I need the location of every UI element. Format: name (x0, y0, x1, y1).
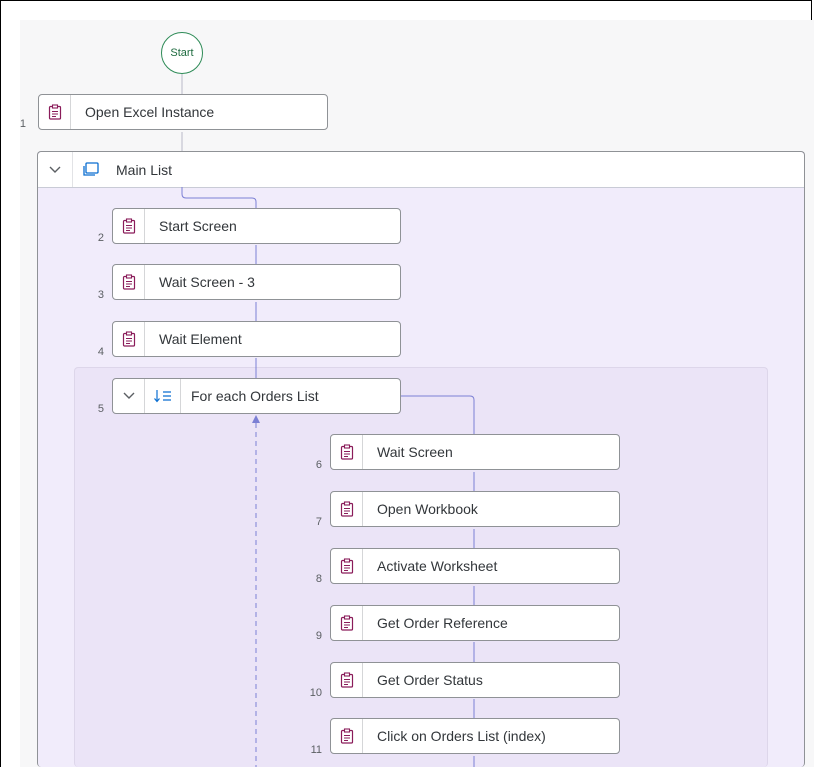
sort-list-icon (145, 379, 181, 413)
step-number-1: 1 (19, 118, 26, 130)
step-wait-screen[interactable]: Wait Screen (330, 434, 620, 470)
step-number-6: 6 (315, 459, 322, 471)
step-label: Wait Screen - 3 (159, 274, 255, 290)
chevron-down-icon[interactable] (38, 152, 72, 187)
step-label: Open Excel Instance (85, 104, 215, 120)
step-label: Click on Orders List (index) (377, 728, 546, 744)
step-open-workbook[interactable]: Open Workbook (330, 491, 620, 527)
chevron-down-icon[interactable] (113, 379, 145, 413)
clipboard-icon (39, 95, 71, 129)
step-label: Wait Element (159, 331, 242, 347)
clipboard-icon (113, 209, 145, 243)
step-label: Wait Screen (377, 444, 453, 460)
step-number-7: 7 (315, 516, 322, 528)
step-click-on-orders-list[interactable]: Click on Orders List (index) (330, 718, 620, 754)
clipboard-icon (331, 719, 363, 753)
step-label: Get Order Status (377, 672, 483, 688)
step-for-each-orders-list[interactable]: For each Orders List (112, 378, 401, 414)
step-wait-screen-3[interactable]: Wait Screen - 3 (112, 264, 401, 300)
step-number-4: 4 (97, 346, 104, 358)
step-number-10: 10 (309, 687, 322, 699)
main-list-header[interactable]: Main List (38, 152, 804, 188)
start-label: Start (170, 47, 194, 59)
step-open-excel-instance[interactable]: Open Excel Instance (38, 94, 328, 130)
step-label: Get Order Reference (377, 615, 508, 631)
step-number-8: 8 (315, 573, 322, 585)
clipboard-icon (331, 492, 363, 526)
step-get-order-reference[interactable]: Get Order Reference (330, 605, 620, 641)
clipboard-icon (331, 435, 363, 469)
step-label: Start Screen (159, 218, 237, 234)
start-node[interactable]: Start (161, 32, 203, 74)
step-activate-worksheet[interactable]: Activate Worksheet (330, 548, 620, 584)
step-number-9: 9 (315, 630, 322, 642)
step-number-11: 11 (310, 744, 322, 756)
step-start-screen[interactable]: Start Screen (112, 208, 401, 244)
main-list-label: Main List (116, 161, 173, 178)
clipboard-icon (113, 265, 145, 299)
step-number-2: 2 (97, 232, 104, 244)
step-get-order-status[interactable]: Get Order Status (330, 662, 620, 698)
collection-icon (72, 152, 108, 187)
step-number-3: 3 (97, 289, 104, 301)
step-label: For each Orders List (191, 388, 319, 404)
step-label: Open Workbook (377, 501, 478, 517)
clipboard-icon (113, 322, 145, 356)
step-label: Activate Worksheet (377, 558, 498, 574)
step-wait-element[interactable]: Wait Element (112, 321, 401, 357)
clipboard-icon (331, 663, 363, 697)
clipboard-icon (331, 549, 363, 583)
clipboard-icon (331, 606, 363, 640)
step-number-5: 5 (97, 403, 104, 415)
